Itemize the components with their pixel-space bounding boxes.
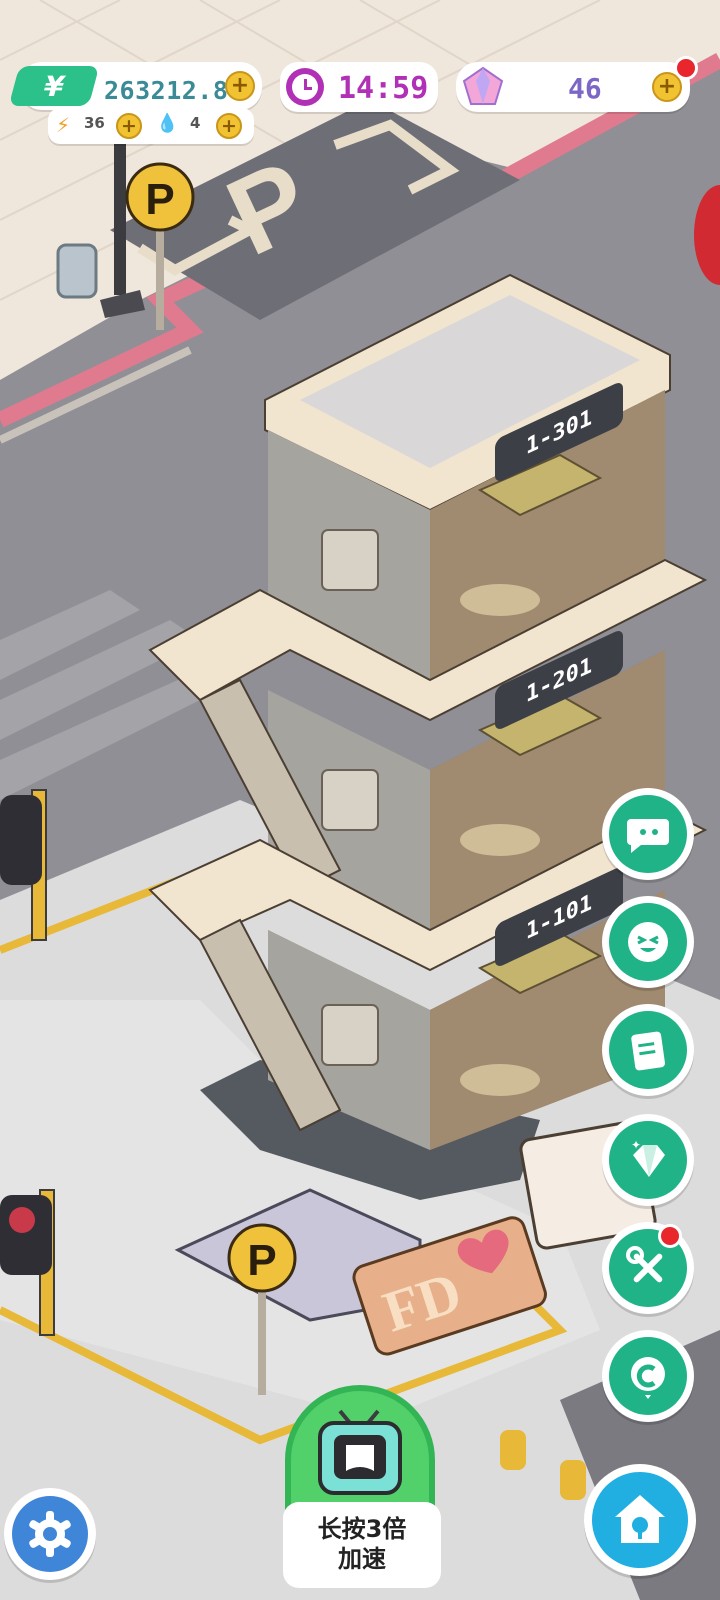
build-tools-button[interactable] — [602, 1222, 694, 1314]
home-button[interactable] — [584, 1464, 696, 1576]
timer-value: 14:59 — [338, 71, 429, 106]
add-water-button[interactable]: + — [216, 113, 242, 139]
settings-button[interactable] — [4, 1488, 96, 1580]
speed-up-line2: 加速 — [338, 1545, 386, 1573]
speed-up-label: 长按3倍 加速 — [283, 1502, 441, 1588]
smiley-face-icon — [628, 922, 668, 962]
gem-counter: 46 + — [456, 56, 698, 112]
speed-up-line1: 长按3倍 — [317, 1515, 407, 1543]
house-icon — [615, 1495, 665, 1543]
speed-up-button[interactable]: 长按3倍 加速 — [270, 1385, 450, 1595]
parking-sign-bottom-letter: P — [247, 1236, 276, 1285]
energy-value: 36 — [84, 114, 105, 132]
money-counter: ¥ 263212.88 + — [8, 62, 262, 110]
energy-icon: ⚡ — [56, 113, 71, 137]
chat-button[interactable] — [602, 788, 694, 880]
tools-notification-dot — [658, 1224, 682, 1248]
svg-text:✦: ✦ — [631, 1138, 641, 1152]
parking-sign-top-letter: P — [145, 175, 174, 224]
gem-value: 46 — [568, 72, 602, 105]
copyright-coin-icon — [630, 1357, 665, 1399]
diamond-icon: ✦ — [631, 1138, 665, 1177]
clock-icon — [286, 68, 324, 106]
water-drop-icon: 💧 — [156, 113, 179, 134]
water-value: 4 — [190, 114, 201, 132]
chat-bubble-icon — [627, 819, 669, 853]
money-value: 263212.88 — [104, 76, 244, 105]
gem-icon — [460, 64, 506, 110]
tv-icon — [318, 1409, 402, 1495]
timer-display: 14:59 — [280, 62, 438, 112]
social-button[interactable] — [602, 896, 694, 988]
notes-icon — [631, 1031, 665, 1071]
resource-bar: ⚡ 36 + 💧 4 + — [48, 108, 254, 144]
add-money-button[interactable]: + — [225, 71, 255, 101]
tools-icon — [626, 1246, 663, 1283]
add-energy-button[interactable]: + — [116, 113, 142, 139]
yuan-icon: ¥ — [8, 66, 100, 106]
tasks-button[interactable] — [602, 1004, 694, 1096]
gem-notification-dot — [674, 56, 698, 80]
gem-shop-button[interactable]: ✦ — [602, 1114, 694, 1206]
gear-icon — [29, 1511, 71, 1557]
coin-button[interactable] — [602, 1330, 694, 1422]
